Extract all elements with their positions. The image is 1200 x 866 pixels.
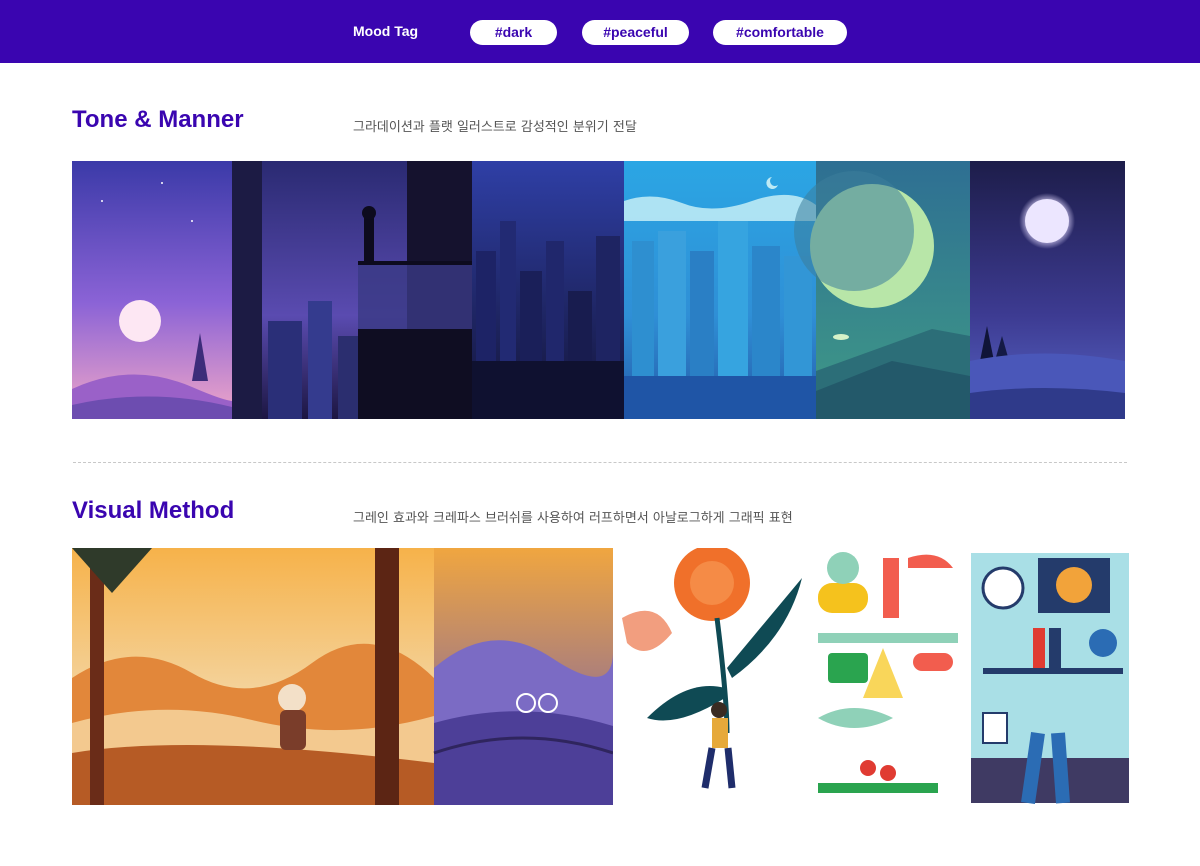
- tag-comfortable[interactable]: #comfortable: [713, 20, 847, 45]
- visual-method-title: Visual Method: [72, 497, 235, 524]
- tag-dark[interactable]: #dark: [470, 20, 557, 45]
- purple-sunset-hills-icon: [72, 161, 237, 419]
- still-life-and-desk-icon: [813, 548, 1130, 805]
- blue-pixel-city-icon: [624, 161, 816, 419]
- tone-image-strip: [72, 161, 1125, 419]
- night-city-skyline-icon: [472, 161, 624, 419]
- mood-tag-bar: Mood Tag #dark #peaceful #comfortable: [0, 0, 1200, 63]
- woman-with-flower-icon: [617, 548, 807, 805]
- tag-peaceful[interactable]: #peaceful: [582, 20, 689, 45]
- pixel-night-balcony-icon: [232, 161, 472, 419]
- green-moon-ufo-icon: [794, 161, 970, 419]
- tone-manner-description: 그라데이션과 플랫 일러스트로 감성적인 분위기 전달: [353, 120, 637, 135]
- full-moon-lake-icon: [970, 161, 1125, 419]
- tone-manner-title: Tone & Manner: [72, 106, 244, 133]
- visual-method-description: 그레인 효과와 크레파스 브러쉬를 사용하여 러프하면서 아날로그하게 그래픽 …: [353, 511, 793, 526]
- autumn-hiker-and-cyclist-icon: [72, 548, 613, 805]
- section-divider: [73, 462, 1127, 463]
- mood-tag-label: Mood Tag: [353, 23, 419, 39]
